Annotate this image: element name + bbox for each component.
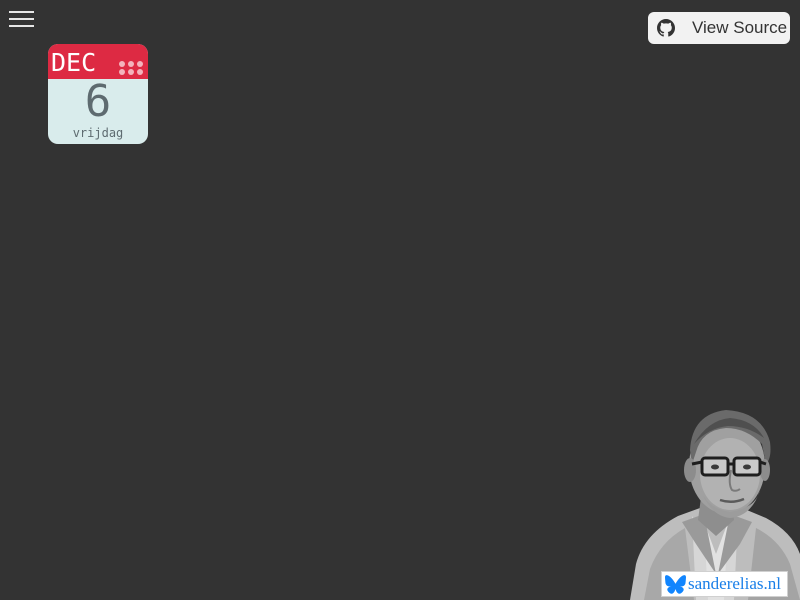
- bluesky-label: sanderelias.nl: [688, 574, 781, 593]
- dot: [137, 69, 143, 75]
- bluesky-butterfly-icon: [665, 574, 686, 594]
- calendar-weekday: vrijdag: [72, 126, 124, 140]
- calendar-widget: DEC 6 vrijdag: [48, 44, 148, 144]
- view-source-label: View Source: [692, 18, 788, 37]
- calendar-day: 6: [84, 76, 112, 127]
- view-source-button[interactable]: View Source: [648, 12, 790, 44]
- menu-bar: [9, 11, 34, 13]
- dot: [128, 61, 134, 67]
- dot: [128, 69, 134, 75]
- grid-dots-icon: [119, 61, 145, 75]
- menu-bar: [9, 18, 34, 20]
- dot: [119, 61, 125, 67]
- dot: [119, 69, 125, 75]
- page: View Source DEC 6 vrijdag sanderelias.nl: [0, 0, 800, 600]
- menu-bar: [9, 25, 34, 27]
- calendar-header: DEC: [48, 44, 148, 79]
- github-icon: [657, 19, 675, 37]
- hamburger-menu-icon[interactable]: [9, 9, 35, 29]
- dot: [137, 61, 143, 67]
- calendar-month: DEC: [51, 48, 97, 77]
- bluesky-link[interactable]: sanderelias.nl: [661, 571, 788, 597]
